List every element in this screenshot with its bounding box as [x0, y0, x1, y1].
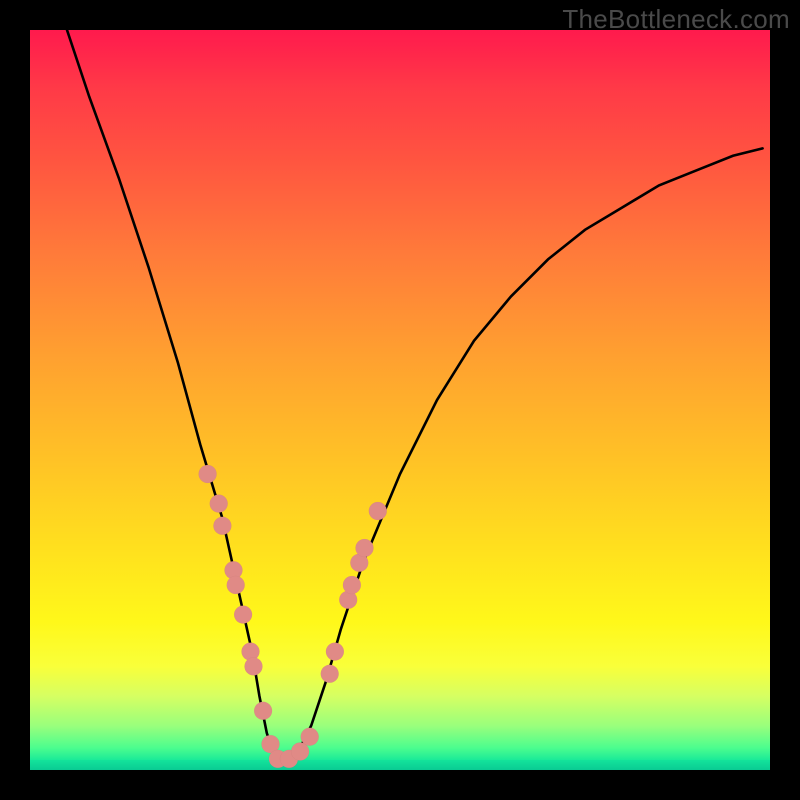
chart-frame: TheBottleneck.com [0, 0, 800, 800]
highlight-dot [301, 728, 319, 746]
highlight-dot [321, 665, 339, 683]
highlight-dot [227, 576, 245, 594]
highlight-dot [369, 502, 387, 520]
highlight-dot [213, 517, 231, 535]
highlight-dots [199, 465, 387, 768]
highlight-dot [343, 576, 361, 594]
highlight-dot [199, 465, 217, 483]
bottleneck-curve [67, 30, 763, 763]
highlight-dot [254, 702, 272, 720]
highlight-dot [245, 657, 263, 675]
highlight-dot [356, 539, 374, 557]
curve-layer [30, 30, 770, 770]
highlight-dot [234, 606, 252, 624]
plot-area [30, 30, 770, 770]
highlight-dot [210, 495, 228, 513]
watermark-text: TheBottleneck.com [562, 4, 790, 35]
highlight-dot [326, 643, 344, 661]
